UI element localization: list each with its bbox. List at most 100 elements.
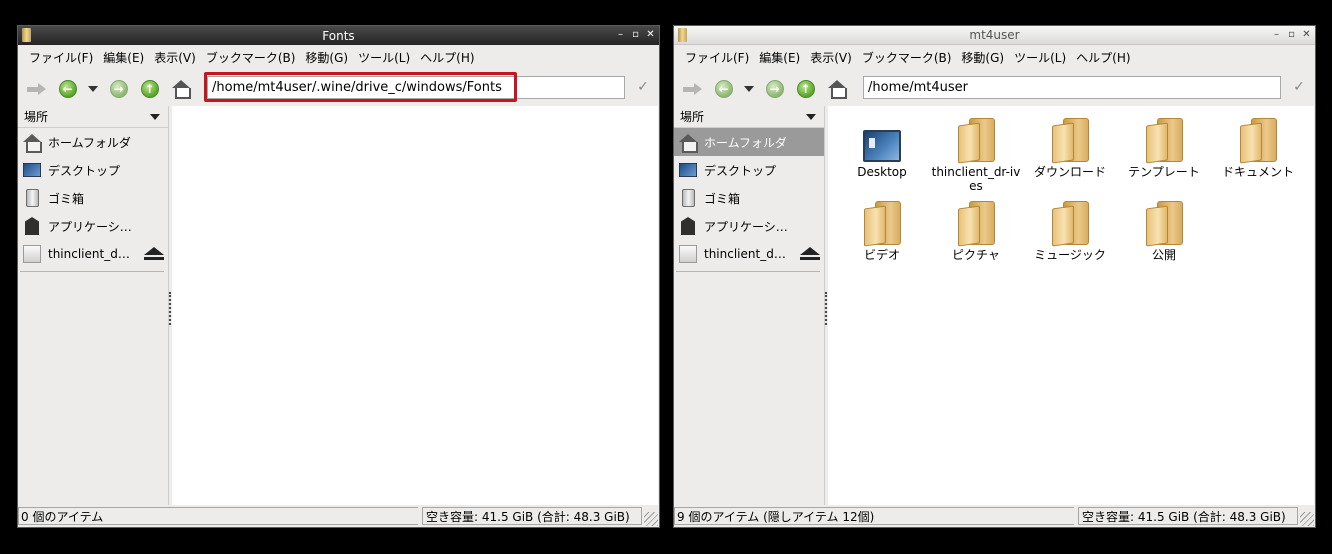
file-item-public[interactable]: 公開 bbox=[1118, 193, 1210, 262]
status-bar: 9 個のアイテム (隠しアイテム 12個) 空き容量: 41.5 GiB (合計… bbox=[674, 505, 1315, 527]
sidebar-divider bbox=[20, 268, 164, 272]
minimize-icon[interactable]: – bbox=[616, 28, 625, 42]
sidebar-item-thinclient-drive[interactable]: thinclient_d… bbox=[18, 240, 168, 268]
sidebar-item-thinclient-drive[interactable]: thinclient_d… bbox=[674, 240, 824, 268]
file-item-documents[interactable]: ドキュメント bbox=[1212, 110, 1304, 179]
eject-icon[interactable] bbox=[800, 247, 820, 261]
resize-grip-icon[interactable] bbox=[644, 512, 658, 526]
menu-view[interactable]: 表示(V) bbox=[149, 49, 201, 66]
home-icon bbox=[171, 80, 191, 99]
forward-button[interactable]: → bbox=[762, 76, 787, 101]
file-item-thinclient-drives[interactable]: thinclient_dr-ives bbox=[930, 110, 1022, 193]
folder-icon bbox=[1238, 118, 1278, 164]
forward-button[interactable]: → bbox=[106, 76, 131, 101]
clear-location-icon[interactable]: ✓ bbox=[635, 79, 651, 95]
sidebar-item-label: thinclient_d… bbox=[48, 247, 130, 261]
trash-icon bbox=[681, 189, 695, 207]
status-bar: 0 個のアイテム 空き容量: 41.5 GiB (合計: 48.3 GiB) bbox=[18, 505, 659, 527]
sidebar-item-applications[interactable]: アプリケーシ… bbox=[18, 212, 168, 240]
menu-edit[interactable]: 編集(E) bbox=[98, 49, 149, 66]
menu-edit[interactable]: 編集(E) bbox=[754, 49, 805, 66]
title-bar[interactable]: Fonts – ▫ ✕ bbox=[18, 26, 659, 45]
places-header[interactable]: 場所 bbox=[674, 106, 824, 128]
new-tab-button[interactable] bbox=[24, 76, 49, 101]
menu-tools[interactable]: ツール(L) bbox=[353, 49, 415, 66]
menu-help[interactable]: ヘルプ(H) bbox=[415, 49, 479, 66]
menu-view[interactable]: 表示(V) bbox=[805, 49, 857, 66]
eject-icon[interactable] bbox=[144, 247, 164, 261]
clear-location-icon[interactable]: ✓ bbox=[1291, 79, 1307, 95]
file-view-empty[interactable] bbox=[172, 106, 658, 505]
close-icon[interactable]: ✕ bbox=[1302, 28, 1311, 42]
home-icon bbox=[827, 80, 847, 99]
places-sidebar: 場所 ホームフォルダ デスクトップ ゴミ箱 アプリケーシ… thinclient… bbox=[674, 106, 827, 505]
trash-icon bbox=[25, 189, 39, 207]
chevron-down-icon bbox=[806, 113, 816, 120]
menu-file[interactable]: ファイル(F) bbox=[680, 49, 754, 66]
places-header[interactable]: 場所 bbox=[18, 106, 168, 128]
resize-grip-icon[interactable] bbox=[1300, 512, 1314, 526]
location-bar[interactable]: /home/mt4user/.wine/drive_c/windows/Font… bbox=[207, 76, 625, 99]
maximize-icon[interactable]: ▫ bbox=[631, 28, 640, 42]
sidebar-divider bbox=[676, 268, 820, 272]
folder-icon bbox=[1144, 118, 1184, 164]
menu-go[interactable]: 移動(G) bbox=[956, 49, 1009, 66]
file-item-pictures[interactable]: ピクチャ bbox=[930, 193, 1022, 262]
file-label: thinclient_dr-ives bbox=[931, 165, 1021, 193]
file-item-downloads[interactable]: ダウンロード bbox=[1024, 110, 1116, 179]
back-arrow-icon: ← bbox=[714, 79, 733, 98]
menu-bookmarks[interactable]: ブックマーク(B) bbox=[201, 49, 301, 66]
menu-bookmarks[interactable]: ブックマーク(B) bbox=[857, 49, 957, 66]
free-space: 空き容量: 41.5 GiB (合計: 48.3 GiB) bbox=[1078, 507, 1298, 525]
title-bar[interactable]: mt4user – ▫ ✕ bbox=[674, 26, 1315, 45]
folder-icon bbox=[22, 28, 31, 42]
minimize-icon[interactable]: – bbox=[1272, 28, 1281, 42]
home-button[interactable] bbox=[168, 76, 193, 101]
sidebar-item-label: デスクトップ bbox=[704, 163, 777, 178]
menu-go[interactable]: 移動(G) bbox=[300, 49, 353, 66]
folder-icon bbox=[956, 201, 996, 247]
file-item-desktop[interactable]: Desktop bbox=[836, 110, 928, 179]
sidebar-item-label: アプリケーシ… bbox=[48, 219, 132, 234]
sidebar-item-trash[interactable]: ゴミ箱 bbox=[674, 184, 824, 212]
sidebar-item-home[interactable]: ホームフォルダ bbox=[674, 128, 824, 156]
chevron-down-icon bbox=[88, 85, 98, 92]
sidebar-item-desktop[interactable]: デスクトップ bbox=[674, 156, 824, 184]
file-item-videos[interactable]: ビデオ bbox=[836, 193, 928, 262]
location-path: /home/mt4user bbox=[868, 80, 969, 95]
menu-file[interactable]: ファイル(F) bbox=[24, 49, 98, 66]
history-dropdown-button[interactable] bbox=[86, 76, 100, 101]
places-sidebar: 場所 ホームフォルダ デスクトップ ゴミ箱 アプリケーシ… thinclient… bbox=[18, 106, 171, 505]
arrow-right-icon bbox=[682, 82, 703, 95]
up-button[interactable]: ↑ bbox=[793, 76, 818, 101]
sidebar-item-label: アプリケーシ… bbox=[704, 219, 788, 234]
sidebar-item-trash[interactable]: ゴミ箱 bbox=[18, 184, 168, 212]
close-icon[interactable]: ✕ bbox=[646, 28, 655, 42]
home-button[interactable] bbox=[824, 76, 849, 101]
chevron-down-icon bbox=[150, 113, 160, 120]
window-title: Fonts bbox=[322, 28, 355, 43]
file-manager-window-fonts: Fonts – ▫ ✕ ファイル(F) 編集(E) 表示(V) ブックマーク(B… bbox=[17, 25, 660, 528]
drive-icon bbox=[23, 245, 41, 263]
sidebar-item-label: ゴミ箱 bbox=[704, 191, 741, 206]
maximize-icon[interactable]: ▫ bbox=[1287, 28, 1296, 42]
file-label: ドキュメント bbox=[1221, 165, 1294, 179]
file-item-music[interactable]: ミュージック bbox=[1024, 193, 1116, 262]
chevron-down-icon bbox=[744, 85, 754, 92]
sidebar-item-home[interactable]: ホームフォルダ bbox=[18, 128, 168, 156]
file-item-templates[interactable]: テンプレート bbox=[1118, 110, 1210, 179]
history-dropdown-button[interactable] bbox=[742, 76, 756, 101]
drive-icon bbox=[679, 245, 697, 263]
menu-help[interactable]: ヘルプ(H) bbox=[1071, 49, 1135, 66]
up-arrow-icon: ↑ bbox=[140, 79, 159, 98]
new-tab-button[interactable] bbox=[680, 76, 705, 101]
menu-tools[interactable]: ツール(L) bbox=[1009, 49, 1071, 66]
sidebar-item-desktop[interactable]: デスクトップ bbox=[18, 156, 168, 184]
free-space: 空き容量: 41.5 GiB (合計: 48.3 GiB) bbox=[422, 507, 642, 525]
location-bar[interactable]: /home/mt4user bbox=[863, 76, 1281, 99]
back-button[interactable]: ← bbox=[55, 76, 80, 101]
applications-icon bbox=[681, 217, 695, 235]
up-button[interactable]: ↑ bbox=[137, 76, 162, 101]
sidebar-item-applications[interactable]: アプリケーシ… bbox=[674, 212, 824, 240]
back-button[interactable]: ← bbox=[711, 76, 736, 101]
